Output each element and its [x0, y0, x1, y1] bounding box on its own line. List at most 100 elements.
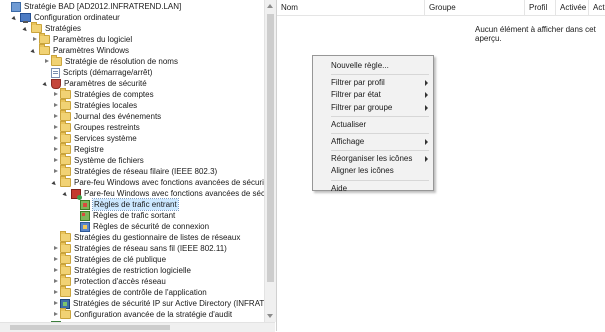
- menu-item-arrange-icons[interactable]: Réorganiser les icônes: [331, 153, 431, 165]
- tree-item-label: Stratégies de comptes: [74, 90, 154, 99]
- column-header-group[interactable]: Groupe: [425, 0, 525, 15]
- tree-item[interactable]: Paramètres du logiciel: [31, 33, 132, 45]
- folder-icon: [60, 242, 71, 253]
- expand-arrow-icon[interactable]: [52, 298, 60, 309]
- tree-item-label: Configuration ordinateur: [34, 13, 120, 22]
- menu-separator: [331, 179, 429, 181]
- scroll-down-arrow-icon[interactable]: [267, 314, 273, 318]
- menu-item-view[interactable]: Affichage: [331, 136, 431, 148]
- collapse-arrow-icon[interactable]: [23, 23, 31, 34]
- menu-item-refresh[interactable]: Actualiser: [331, 119, 431, 131]
- expand-arrow-icon[interactable]: [52, 254, 60, 265]
- tree-item[interactable]: Stratégies de sécurité IP sur Active Dir…: [52, 298, 264, 309]
- submenu-arrow-icon: [425, 156, 428, 163]
- collapse-arrow-icon[interactable]: [31, 45, 39, 56]
- folder-icon: [39, 33, 50, 44]
- menu-item-filter-profile[interactable]: Filtrer par profil: [331, 77, 431, 89]
- connection-security-icon: [80, 221, 90, 232]
- expand-arrow-icon[interactable]: [52, 265, 60, 276]
- tree-item[interactable]: Stratégie BAD [AD2012.INFRATREND.LAN]: [3, 1, 181, 12]
- policy-icon: [11, 1, 21, 12]
- tree-item[interactable]: Stratégies de clé publique: [52, 253, 167, 265]
- expand-arrow-icon[interactable]: [52, 276, 60, 287]
- expand-arrow-icon[interactable]: [31, 34, 39, 45]
- tree-item[interactable]: Stratégies de contrôle de l'application: [52, 286, 207, 298]
- scroll-thumb-horizontal[interactable]: [10, 325, 170, 330]
- collapse-arrow-icon[interactable]: [43, 78, 51, 89]
- list-header: Nom Groupe Profil Activée Acti: [277, 0, 605, 16]
- expand-arrow-icon[interactable]: [52, 243, 60, 254]
- menu-item-label: Affichage: [331, 137, 365, 146]
- submenu-arrow-icon: [425, 80, 428, 87]
- collapse-arrow-icon[interactable]: [63, 188, 71, 199]
- menu-item-filter-group[interactable]: Filtrer par groupe: [331, 102, 431, 114]
- menu-item-help[interactable]: Aide: [331, 183, 431, 195]
- tree-vertical-scrollbar[interactable]: [264, 0, 276, 322]
- tree-item[interactable]: Paramètres Windows: [31, 44, 129, 56]
- submenu-arrow-icon: [425, 104, 428, 111]
- menu-item-align-icons[interactable]: Aligner les icônes: [331, 165, 431, 177]
- tree-item[interactable]: Stratégies de restriction logicielle: [52, 264, 191, 276]
- expand-arrow-icon[interactable]: [52, 155, 60, 166]
- tree-item[interactable]: Protection d'accès réseau: [52, 275, 166, 287]
- folder-icon: [60, 154, 71, 165]
- tree-item-label: Registre: [74, 145, 104, 154]
- folder-icon: [60, 132, 71, 143]
- tree-item[interactable]: Stratégies du gestionnaire de listes de …: [52, 231, 241, 243]
- tree-item[interactable]: Configuration ordinateur: [12, 12, 120, 23]
- menu-item-label: Filtrer par état: [331, 90, 381, 100]
- tree-item-label: Stratégies de restriction logicielle: [74, 266, 191, 275]
- expand-arrow-icon[interactable]: [52, 111, 60, 122]
- collapse-arrow-icon[interactable]: [52, 177, 60, 188]
- expand-arrow-icon[interactable]: [52, 89, 60, 100]
- tree-item[interactable]: Règles de trafic entrant: [72, 198, 179, 211]
- expand-arrow-icon[interactable]: [52, 287, 60, 298]
- expand-arrow-icon[interactable]: [43, 56, 51, 67]
- scroll-up-arrow-icon[interactable]: [267, 4, 273, 8]
- tree-item[interactable]: Pare-feu Windows avec fonctions avancées…: [63, 188, 264, 200]
- expand-arrow-icon[interactable]: [52, 144, 60, 155]
- folder-icon: [60, 286, 71, 297]
- expand-arrow-icon[interactable]: [52, 100, 60, 111]
- expand-arrow-icon[interactable]: [52, 309, 60, 320]
- tree-item-label: Stratégie de résolution de noms: [65, 57, 178, 66]
- ipsec-icon: [60, 298, 70, 309]
- tree-item[interactable]: Règles de trafic sortant: [72, 210, 175, 221]
- tree-item[interactable]: Stratégie de résolution de noms: [43, 55, 178, 67]
- empty-list-message: Aucun élément à afficher dans cet aperçu…: [475, 25, 596, 43]
- tree-item[interactable]: Stratégies de comptes: [52, 88, 154, 100]
- tree-item[interactable]: Configuration avancée de la stratégie d'…: [52, 308, 232, 320]
- tree-item[interactable]: Journal des événements: [52, 110, 161, 122]
- menu-item-label: Actualiser: [331, 119, 367, 129]
- folder-icon: [60, 253, 71, 264]
- scroll-thumb[interactable]: [267, 14, 274, 282]
- tree-item-label: Services système: [74, 134, 137, 143]
- folder-icon: [31, 22, 42, 33]
- tree-item[interactable]: Stratégies de réseau filaire (IEEE 802.3…: [52, 165, 217, 177]
- expand-arrow-icon[interactable]: [52, 133, 60, 144]
- tree-item[interactable]: Stratégies: [23, 22, 81, 34]
- tree-item[interactable]: Règles de sécurité de connexion: [72, 221, 209, 232]
- folder-icon: [60, 121, 71, 132]
- tree-item-label: Stratégies de clé publique: [74, 255, 167, 264]
- column-header-profile[interactable]: Profil: [525, 0, 556, 15]
- menu-item-new-rule[interactable]: Nouvelle règle...: [331, 60, 431, 72]
- column-header-name[interactable]: Nom: [277, 0, 425, 15]
- column-header-action[interactable]: Acti: [589, 0, 605, 15]
- column-header-enabled[interactable]: Activée: [556, 0, 589, 15]
- expand-arrow-icon[interactable]: [52, 122, 60, 133]
- tree-item[interactable]: Scripts (démarrage/arrêt): [43, 67, 152, 78]
- tree-item[interactable]: Stratégies de réseau sans fil (IEEE 802.…: [52, 242, 227, 254]
- collapse-arrow-icon[interactable]: [12, 12, 20, 23]
- tree-item[interactable]: Paramètres de sécurité: [43, 78, 147, 89]
- menu-item-filter-state[interactable]: Filtrer par état: [331, 89, 431, 101]
- tree-item[interactable]: Pare-feu Windows avec fonctions avancées…: [52, 176, 264, 188]
- expand-arrow-icon[interactable]: [52, 166, 60, 177]
- tree-item-label: Stratégies de contrôle de l'application: [74, 288, 207, 297]
- folder-icon: [60, 264, 71, 275]
- tree-item-label: Stratégies du gestionnaire de listes de …: [74, 233, 241, 242]
- outbound-rules-icon: [80, 210, 90, 221]
